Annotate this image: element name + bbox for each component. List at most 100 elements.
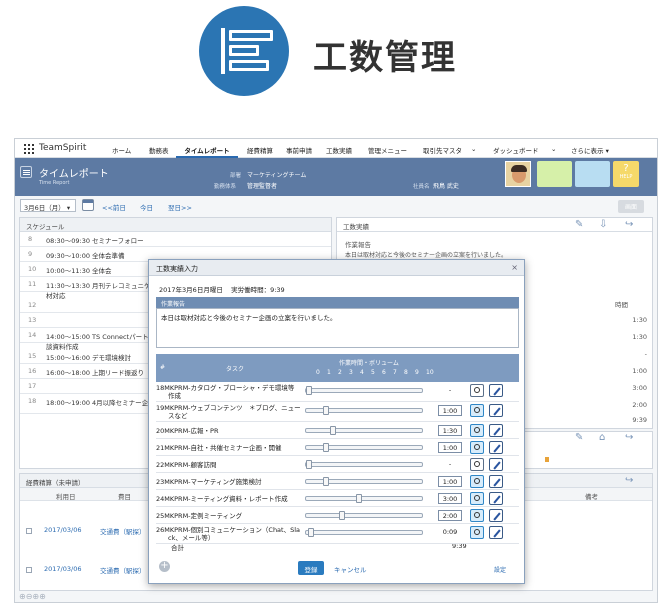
slider-knob[interactable] bbox=[308, 528, 315, 537]
row-checkbox[interactable] bbox=[26, 528, 32, 534]
slider-knob[interactable] bbox=[355, 494, 362, 503]
camera-icon[interactable]: ⌂ bbox=[599, 432, 605, 443]
time-value[interactable]: 1:30 bbox=[438, 425, 462, 436]
volume-slider[interactable] bbox=[305, 406, 423, 415]
scale-tick: 8 bbox=[404, 369, 408, 376]
task-row: 26MKPRM-個別コミュニケーション（Chat、Sla ck、メール等） 0:09 bbox=[156, 524, 519, 544]
slider-knob[interactable] bbox=[339, 511, 345, 520]
volume-slider[interactable] bbox=[305, 426, 423, 435]
shortcut-tile[interactable] bbox=[575, 161, 610, 187]
today-link[interactable]: 今日 bbox=[140, 202, 153, 212]
clock-icon[interactable] bbox=[470, 492, 484, 505]
report-label: 作業報告 bbox=[345, 241, 371, 249]
time-value: 0:09 bbox=[442, 528, 458, 536]
volume-slider[interactable] bbox=[305, 511, 423, 520]
clock-icon[interactable] bbox=[470, 384, 484, 397]
row-checkbox[interactable] bbox=[26, 567, 32, 573]
task-name-line: 19MKPRM-ウェブコンテンツ ＊ブログ、ニュー bbox=[156, 404, 301, 412]
clock-icon[interactable] bbox=[470, 526, 484, 539]
slider-knob[interactable] bbox=[322, 477, 329, 486]
edit-icon[interactable]: ✎ bbox=[575, 219, 583, 230]
expense-item-link[interactable]: 交通費（駅探） bbox=[100, 565, 146, 575]
slider-knob[interactable] bbox=[322, 406, 329, 415]
tab-dashboard[interactable]: ダッシュボード bbox=[493, 145, 539, 155]
app-launcher-icon[interactable] bbox=[24, 144, 34, 154]
share-icon[interactable]: ↪ bbox=[625, 475, 633, 486]
tab-home[interactable]: ホーム bbox=[112, 145, 131, 155]
date-select[interactable]: 3月6日（月） ▾ bbox=[20, 199, 76, 212]
chevron-down-icon[interactable]: ⌄ bbox=[471, 145, 476, 153]
workstyle-label: 勤務体系 bbox=[214, 184, 237, 190]
clock-icon[interactable] bbox=[470, 424, 484, 437]
pencil-icon[interactable] bbox=[489, 509, 503, 522]
clock-icon[interactable] bbox=[470, 475, 484, 488]
calendar-icon[interactable] bbox=[82, 199, 94, 211]
next-day-link[interactable]: 翌日>> bbox=[168, 202, 192, 212]
tab-pre-request[interactable]: 事前申請 bbox=[286, 145, 312, 155]
volume-slider[interactable] bbox=[305, 386, 423, 395]
avatar[interactable] bbox=[505, 161, 531, 187]
clock-icon[interactable] bbox=[470, 441, 484, 454]
pencil-icon[interactable] bbox=[489, 526, 503, 539]
settings-link[interactable]: 設定 bbox=[494, 565, 506, 574]
volume-slider[interactable] bbox=[305, 528, 423, 537]
tab-workload[interactable]: 工数実績 bbox=[326, 145, 352, 155]
share-icon[interactable]: ↪ bbox=[625, 432, 633, 443]
clock-icon[interactable] bbox=[470, 509, 484, 522]
expense-item-link[interactable]: 交通費（駅探） bbox=[100, 526, 146, 536]
event-label: 10:00〜11:30 全体会 bbox=[46, 267, 112, 275]
task-name-line: 26MKPRM-個別コミュニケーション（Chat、Sla bbox=[156, 526, 301, 534]
time-value[interactable]: 1:00 bbox=[438, 476, 462, 487]
clock-icon[interactable] bbox=[470, 404, 484, 417]
volume-slider[interactable] bbox=[305, 494, 423, 503]
share-icon[interactable]: ↪ bbox=[625, 219, 633, 230]
tab-more[interactable]: さらに表示 ▾ bbox=[571, 145, 609, 155]
pencil-icon[interactable] bbox=[489, 384, 503, 397]
time-value[interactable]: 3:00 bbox=[438, 493, 462, 504]
slider-knob[interactable] bbox=[306, 386, 312, 395]
pencil-icon[interactable] bbox=[489, 458, 503, 471]
report-textarea[interactable]: 本日は取材対応と今後のセミナー企画の立案を行いました。 bbox=[156, 308, 519, 348]
cancel-link[interactable]: キャンセル bbox=[334, 564, 367, 574]
prev-day-link[interactable]: <<前日 bbox=[102, 202, 126, 212]
screen-button[interactable]: 画面 bbox=[618, 200, 644, 213]
tab-timesheet[interactable]: 勤務表 bbox=[149, 145, 169, 155]
pencil-icon[interactable] bbox=[489, 475, 503, 488]
pencil-icon[interactable] bbox=[489, 424, 503, 437]
time-value[interactable]: 1:00 bbox=[438, 442, 462, 453]
edit-icon[interactable]: ✎ bbox=[575, 432, 583, 443]
slider-knob[interactable] bbox=[322, 443, 329, 452]
pencil-icon[interactable] bbox=[489, 441, 503, 454]
add-icon[interactable]: + bbox=[159, 561, 170, 572]
slider-knob[interactable] bbox=[330, 426, 337, 435]
tab-admin-menu[interactable]: 管理メニュー bbox=[368, 145, 407, 155]
clock-icon[interactable] bbox=[470, 458, 484, 471]
hour-label: 12 bbox=[28, 301, 37, 309]
expense-date-link[interactable]: 2017/03/06 bbox=[44, 526, 81, 534]
pencil-icon[interactable] bbox=[489, 404, 503, 417]
time-value[interactable]: 2:00 bbox=[438, 510, 462, 521]
row-action-icons[interactable]: ⊕⊖⊕⊕ bbox=[19, 592, 46, 601]
event-label: 11:30〜13:30 月刊テレコミュニケ bbox=[46, 282, 151, 290]
expense-date-link[interactable]: 2017/03/06 bbox=[44, 565, 81, 573]
chevron-down-icon[interactable]: ⌄ bbox=[551, 145, 556, 153]
slider-knob[interactable] bbox=[306, 460, 312, 469]
tab-client-master[interactable]: 取引先マスタ bbox=[423, 145, 462, 155]
volume-slider[interactable] bbox=[305, 460, 423, 469]
help-button[interactable]: ? HELP bbox=[613, 161, 639, 187]
page-subtitle: Time Report bbox=[39, 180, 70, 186]
close-icon[interactable]: × bbox=[511, 263, 518, 272]
schedule-row[interactable]: 8 08:30〜09:30 セミナーフォロー bbox=[20, 232, 331, 247]
time-value[interactable]: 1:00 bbox=[438, 405, 462, 416]
hamburger-menu-icon[interactable] bbox=[20, 166, 32, 178]
volume-slider[interactable] bbox=[305, 477, 423, 486]
task-name-line: 24MKPRM-ミーティング資料・レポート作成 bbox=[156, 495, 288, 503]
tab-time-report[interactable]: タイムレポート bbox=[176, 139, 238, 158]
shortcut-tile[interactable] bbox=[537, 161, 572, 187]
export-icon[interactable]: ⇩ bbox=[599, 219, 607, 230]
save-button[interactable]: 登録 bbox=[298, 561, 324, 575]
hour-label: 11 bbox=[28, 280, 37, 288]
pencil-icon[interactable] bbox=[489, 492, 503, 505]
volume-slider[interactable] bbox=[305, 443, 423, 452]
tab-expense[interactable]: 経費精算 bbox=[247, 145, 273, 155]
